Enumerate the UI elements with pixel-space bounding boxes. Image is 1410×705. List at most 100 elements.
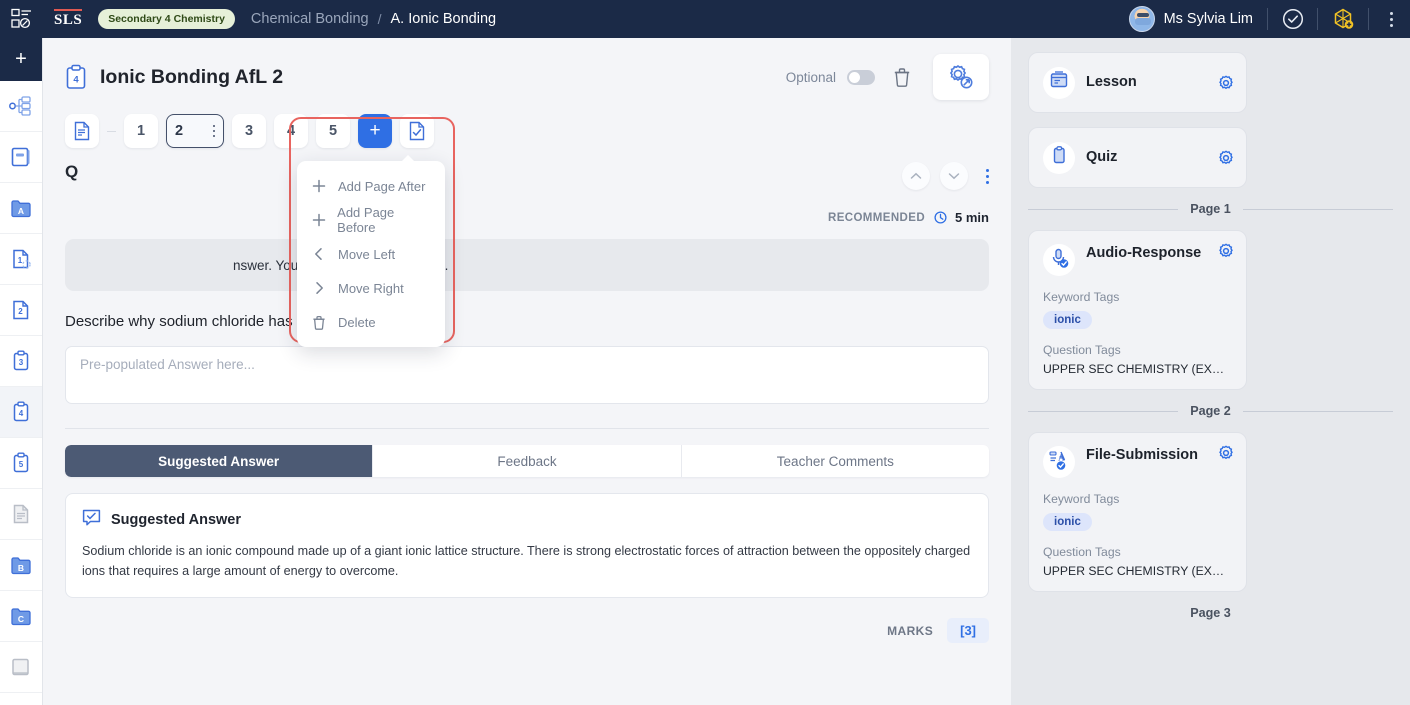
outline-card-quiz[interactable]: Quiz [1028, 127, 1247, 188]
page-tab-document-icon[interactable] [65, 114, 99, 148]
sidebar-item-book[interactable] [0, 132, 42, 183]
menu-item-move-left[interactable]: Move Left [297, 237, 445, 271]
plus-icon [311, 179, 327, 193]
sidebar-item-document[interactable] [0, 489, 42, 540]
audio-keyword-chip[interactable]: ionic [1043, 311, 1092, 329]
file-question-tags-label: Question Tags [1043, 545, 1121, 559]
audio-card-title: Audio-Response [1086, 245, 1202, 261]
settings-expand-button[interactable] [933, 54, 989, 100]
file-icon-wrap: A [1043, 446, 1075, 478]
optional-label: Optional [785, 69, 836, 85]
svg-text:2: 2 [18, 307, 23, 316]
sidebar-item-clipboard-5[interactable]: 5 [0, 438, 42, 489]
page-tab-2-label: 2 [175, 123, 184, 139]
outline-card-audio-response[interactable]: Audio-Response Keyword Tags ionic Questi… [1028, 230, 1247, 390]
svg-text:A: A [18, 206, 24, 216]
outline-card-lesson[interactable]: Lesson [1028, 52, 1247, 113]
divider-line-right [1243, 613, 1393, 614]
optional-toggle[interactable] [847, 69, 875, 85]
menu-item-move-right[interactable]: Move Right [297, 271, 445, 305]
svg-text:C: C [18, 614, 24, 624]
page-1-divider-label: Page 1 [1190, 202, 1231, 216]
header-right-group: Ms Sylvia Lim [1128, 6, 1400, 32]
menu-item-delete[interactable]: Delete [297, 305, 445, 339]
answer-input[interactable]: Pre-populated Answer here... [65, 346, 989, 404]
header-more-menu-icon[interactable] [1382, 11, 1400, 27]
answer-placeholder: Pre-populated Answer here... [80, 357, 255, 372]
checked-note-icon [82, 508, 101, 532]
svg-text:1: 1 [18, 256, 23, 265]
clock-icon [934, 211, 947, 224]
tab-teacher-comments[interactable]: Teacher Comments [680, 445, 989, 477]
sidebar-item-book-grey[interactable] [0, 642, 42, 693]
page-tab-1[interactable]: 1 [124, 114, 158, 148]
recommended-label: RECOMMENDED [827, 211, 926, 224]
app-menu-icon[interactable] [8, 5, 36, 33]
move-up-button[interactable] [902, 162, 930, 190]
question-more-menu-icon[interactable] [986, 168, 989, 184]
sidebar-item-page-2[interactable]: 2 [0, 285, 42, 336]
check-circle-icon[interactable] [1282, 8, 1304, 30]
header-divider-2 [1317, 8, 1318, 30]
plus-icon [311, 213, 326, 227]
sidebar-add-button[interactable]: + [0, 38, 42, 81]
page-tab-menu-icon[interactable] [212, 124, 215, 138]
divider-line-left [1028, 410, 1179, 412]
page-tab-5[interactable]: 5 [316, 114, 350, 148]
move-down-button[interactable] [940, 162, 968, 190]
document-grey-icon [9, 502, 33, 526]
file-question-tags-value: UPPER SEC CHEMISTRY (EXP) (2... [1043, 564, 1232, 578]
suggested-answer-card: Suggested Answer Sodium chloride is an i… [65, 493, 989, 599]
page-tab-quiz-icon[interactable] [400, 114, 434, 148]
page-tab-3[interactable]: 3 [232, 114, 266, 148]
sidebar-item-page-1[interactable]: 1 [0, 234, 42, 285]
sidebar-item-clipboard-3[interactable]: 3 [0, 336, 42, 387]
menu-item-add-page-before[interactable]: Add Page Before [297, 203, 445, 237]
sls-logo[interactable]: SLS [54, 9, 83, 29]
audio-settings-gear-icon[interactable] [1218, 243, 1234, 259]
sidebar-item-structure[interactable] [0, 81, 42, 132]
sidebar-item-folder-c[interactable]: C [0, 591, 42, 642]
lesson-settings-gear-icon[interactable] [1218, 75, 1234, 91]
sidebar-item-clipboard-4[interactable]: 4 [0, 387, 42, 438]
clipboard-3-icon: 3 [9, 349, 33, 373]
avatar[interactable] [1128, 6, 1155, 32]
header-divider-3 [1368, 8, 1369, 30]
add-page-button[interactable]: + [358, 114, 392, 148]
header-divider-1 [1267, 8, 1268, 30]
file-settings-gear-icon[interactable] [1218, 445, 1234, 461]
marks-value[interactable]: [3] [947, 618, 989, 644]
answer-tabs: Suggested Answer Feedback Teacher Commen… [65, 445, 989, 477]
breadcrumb-parent[interactable]: Chemical Bonding [251, 11, 369, 27]
menu-item-add-page-after[interactable]: Add Page After [297, 169, 445, 203]
tab-separator-1 [107, 130, 116, 132]
sidebar-item-folder-b[interactable]: B [0, 540, 42, 591]
trash-icon [311, 315, 327, 330]
sidebar-item-folder-a[interactable]: A [0, 183, 42, 234]
file-card-title: File-Submission [1086, 447, 1198, 463]
divider-line-right [1242, 208, 1394, 210]
question-header-row: Q [65, 162, 989, 204]
tab-feedback[interactable]: Feedback [372, 445, 680, 477]
outline-card-file-submission[interactable]: A File-Submission Keyword Tags ionic Que… [1028, 432, 1247, 592]
breadcrumb-separator: / [377, 11, 382, 27]
file-keyword-chip[interactable]: ionic [1043, 513, 1092, 531]
user-name-label[interactable]: Ms Sylvia Lim [1164, 11, 1253, 27]
tab-suggested-answer[interactable]: Suggested Answer [65, 445, 373, 477]
menu-label-move-right: Move Right [338, 280, 404, 296]
audio-icon-wrap [1043, 244, 1075, 276]
page-tab-4[interactable]: 4 [274, 114, 308, 148]
network-add-icon[interactable] [1331, 7, 1355, 31]
lesson-card-title: Lesson [1086, 74, 1137, 91]
clipboard-4-title-icon: 4 [65, 64, 87, 90]
delete-activity-icon[interactable] [893, 67, 911, 87]
lesson-icon-wrap [1043, 66, 1075, 99]
document-header-actions: Optional [786, 54, 989, 100]
page-title: Ionic Bonding AfL 2 [100, 65, 284, 88]
quiz-settings-gear-icon[interactable] [1218, 150, 1234, 166]
suggested-answer-title: Suggested Answer [111, 512, 241, 528]
page-tab-2-active[interactable]: 2 [166, 114, 224, 148]
menu-label-add-page-after: Add Page After [338, 178, 426, 194]
page-2-divider: Page 2 [1028, 404, 1394, 418]
menu-label-delete: Delete [338, 314, 376, 330]
